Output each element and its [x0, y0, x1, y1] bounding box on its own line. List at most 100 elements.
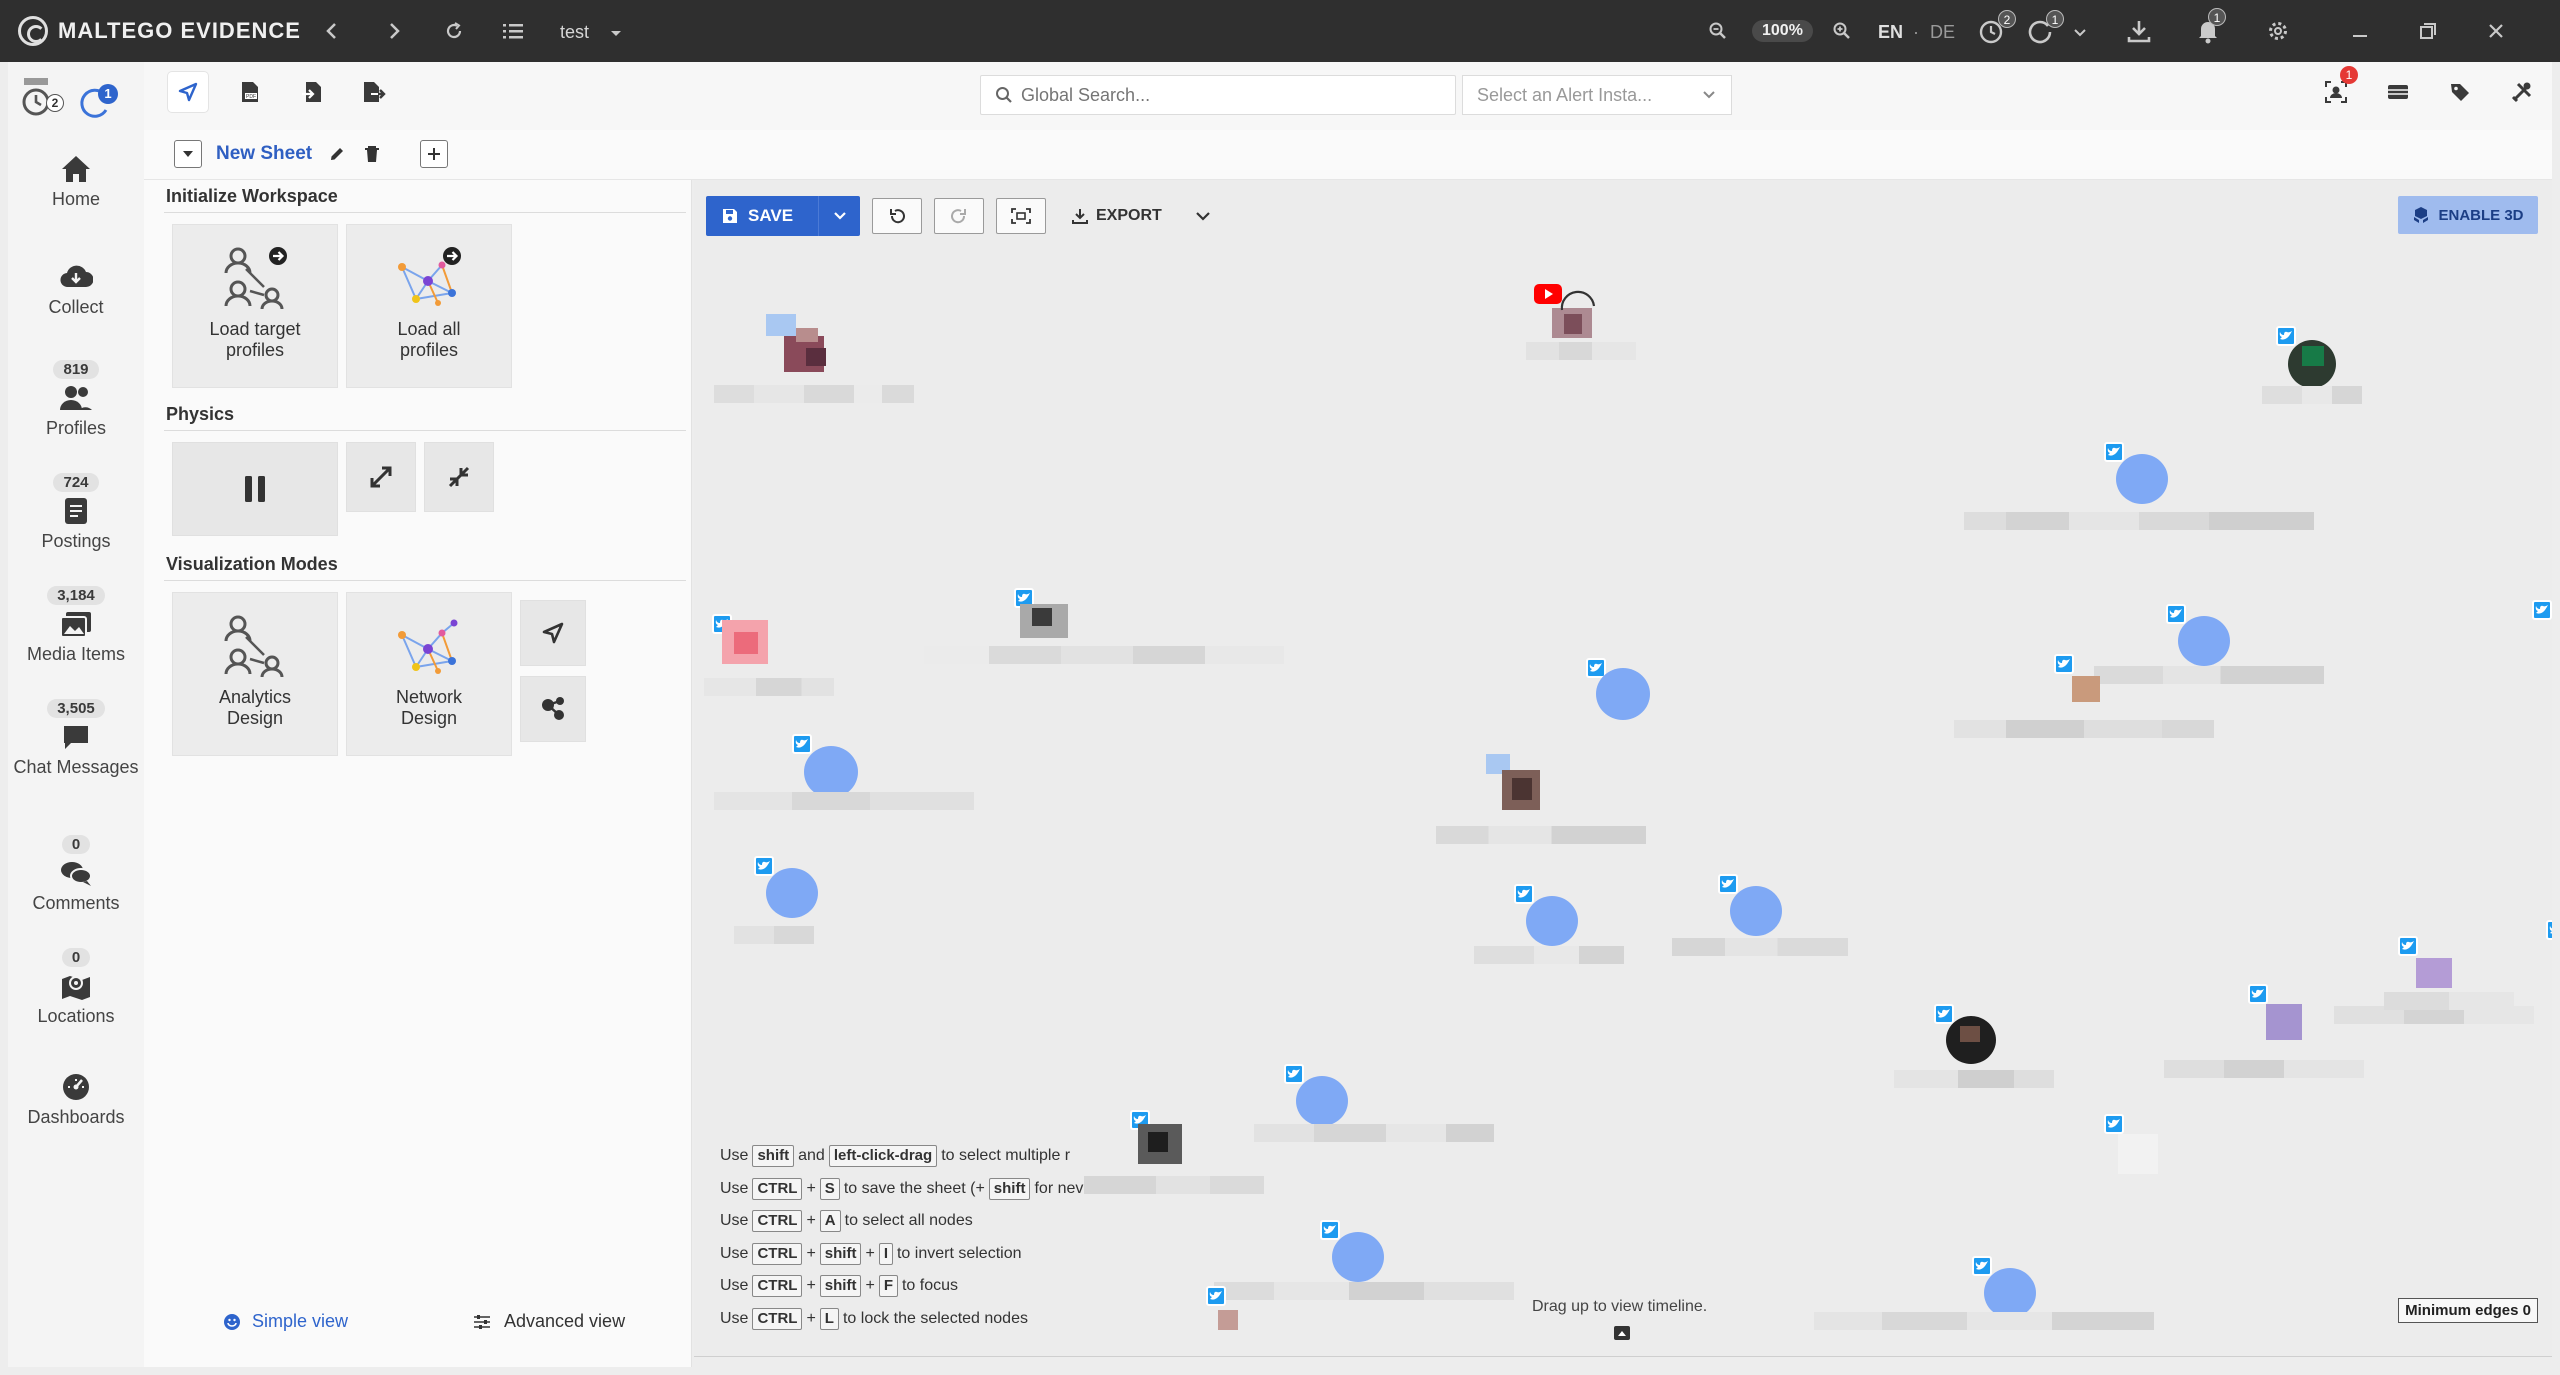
reload-icon[interactable] [444, 16, 464, 46]
contract-button[interactable] [424, 442, 494, 512]
app-window: MALTEGO EVIDENCE test 100% EN · DE 2 1 1… [0, 0, 2560, 1375]
caret-up-icon [1618, 1331, 1626, 1336]
graph-node-twitter[interactable] [1284, 1064, 1354, 1130]
tools-button[interactable] [2502, 72, 2542, 112]
node-label-blurred [1474, 946, 1624, 964]
graph-node-twitter[interactable] [2166, 604, 2236, 670]
save-options-button[interactable] [818, 196, 860, 236]
fit-view-button[interactable] [996, 198, 1046, 234]
graph-view-button[interactable] [168, 72, 208, 112]
nav-item-home[interactable]: Home [8, 154, 144, 210]
zoom-in-icon[interactable] [1832, 16, 1852, 46]
nav-history-icon[interactable]: 2 [18, 76, 68, 120]
nav-loading-icon[interactable]: 1 [72, 82, 124, 126]
add-sheet-button[interactable] [420, 140, 448, 168]
simple-view-button[interactable]: Simple view [222, 1311, 348, 1332]
graph-canvas[interactable]: SAVE EXPORT ENABLE 3D Use shift and left… [694, 180, 2552, 1367]
back-arrow-icon[interactable] [322, 16, 342, 46]
lang-en[interactable]: EN [1878, 22, 1903, 43]
zoom-level[interactable]: 100% [1752, 20, 1813, 42]
timeline-handle[interactable] [1614, 1326, 1630, 1340]
global-search-box[interactable] [980, 75, 1456, 115]
pause-physics-button[interactable] [172, 442, 338, 536]
save-button[interactable]: SAVE [706, 196, 818, 236]
tags-button[interactable] [2440, 72, 2480, 112]
download-icon[interactable] [2126, 16, 2152, 46]
graph-node-twitter[interactable] [1718, 874, 1788, 940]
close-icon[interactable] [2486, 16, 2506, 46]
settings-gear-icon[interactable] [2266, 16, 2290, 46]
zoom-out-icon[interactable] [1708, 16, 1728, 46]
chevron-down-icon[interactable] [2072, 18, 2088, 48]
network-design-button[interactable]: Network Design [346, 592, 512, 756]
nav-item-dashboards[interactable]: Dashboards [8, 1072, 144, 1128]
case-name[interactable]: test [560, 22, 589, 43]
minimize-icon[interactable] [2350, 16, 2370, 46]
graph-node-youtube[interactable] [1534, 284, 1598, 340]
load-all-profiles-button[interactable]: Load all profiles [346, 224, 512, 388]
graph-node[interactable] [766, 314, 826, 374]
nav-item-profiles[interactable]: 819 Profiles [8, 360, 144, 439]
graph-node-twitter[interactable] [2104, 1114, 2164, 1174]
graph-node-twitter[interactable] [1320, 1220, 1390, 1286]
sheet-menu-button[interactable] [174, 140, 202, 168]
nav-item-comments[interactable]: 0 Comments [8, 835, 144, 914]
cluster-mode-button[interactable] [520, 676, 586, 742]
graph-node-twitter[interactable] [1934, 1004, 2004, 1070]
hint-row: Use CTRL + shift + F to focus [720, 1270, 1083, 1303]
graph-node-twitter[interactable] [712, 614, 782, 674]
expand-button[interactable] [346, 442, 416, 512]
export-document-button[interactable] [354, 72, 394, 112]
minimum-edges-control[interactable]: Minimum edges 0 [2398, 1298, 2538, 1323]
nav-item-postings[interactable]: 724 Postings [8, 473, 144, 552]
graph-node-twitter[interactable] [1014, 588, 1074, 644]
sheet-name[interactable]: New Sheet [216, 143, 312, 165]
graph-node-twitter[interactable] [2546, 920, 2552, 980]
pdf-report-button[interactable]: PDF [230, 72, 270, 112]
export-options-chevron-icon[interactable] [1194, 207, 1212, 225]
graph-node-twitter[interactable] [2104, 442, 2174, 508]
face-scan-button[interactable]: 1 [2316, 66, 2358, 112]
lang-de[interactable]: DE [1930, 22, 1955, 43]
node-label-blurred [2094, 666, 2324, 684]
columns-button[interactable] [2378, 72, 2418, 112]
sheet-tab[interactable]: New Sheet [174, 140, 380, 168]
nav-item-chat-messages[interactable]: 3,505 Chat Messages [8, 699, 144, 778]
trash-icon[interactable] [364, 145, 380, 163]
restore-icon[interactable] [2418, 16, 2438, 46]
nav-history-badge: 2 [46, 94, 64, 112]
graph-node-twitter[interactable] [2398, 936, 2468, 996]
graph-node-twitter[interactable] [1206, 1286, 1256, 1346]
case-dropdown-icon[interactable] [608, 18, 624, 48]
graph-node[interactable] [1486, 754, 1546, 818]
node-label-blurred [1436, 826, 1646, 844]
global-search-input[interactable] [1021, 84, 1441, 106]
enable-3d-button[interactable]: ENABLE 3D [2398, 196, 2538, 234]
nav-item-collect[interactable]: Collect [8, 262, 144, 318]
analytics-design-button[interactable]: Analytics Design [172, 592, 338, 756]
graph-node-twitter[interactable] [754, 856, 824, 922]
node-label-blurred [1814, 1312, 2154, 1330]
graph-node-twitter[interactable] [1514, 884, 1584, 950]
undo-button[interactable] [872, 198, 922, 234]
alert-instance-select[interactable]: Select an Alert Insta... [1462, 75, 1732, 115]
graph-node-twitter[interactable] [2248, 984, 2318, 1050]
graph-node-twitter[interactable] [1130, 1110, 1190, 1174]
divider [164, 212, 686, 213]
graph-node-twitter[interactable] [2054, 654, 2114, 712]
nav-item-locations[interactable]: 0 Locations [8, 948, 144, 1027]
load-target-profiles-button[interactable]: Load target profiles [172, 224, 338, 388]
export-button[interactable]: EXPORT [1072, 207, 1162, 225]
graph-mode-button[interactable] [520, 600, 586, 666]
redo-button[interactable] [934, 198, 984, 234]
advanced-view-button[interactable]: Advanced view [472, 1311, 625, 1332]
graph-node-twitter[interactable] [792, 734, 862, 800]
list-icon[interactable] [502, 16, 524, 46]
graph-node-twitter[interactable] [1586, 658, 1660, 726]
graph-node-twitter[interactable] [2532, 600, 2552, 660]
forward-arrow-icon[interactable] [384, 16, 404, 46]
timeline-bar[interactable] [694, 1356, 2552, 1367]
import-button[interactable] [292, 72, 332, 112]
edit-pencil-icon[interactable] [328, 145, 346, 163]
nav-item-media-items[interactable]: 3,184 Media Items [8, 586, 144, 665]
